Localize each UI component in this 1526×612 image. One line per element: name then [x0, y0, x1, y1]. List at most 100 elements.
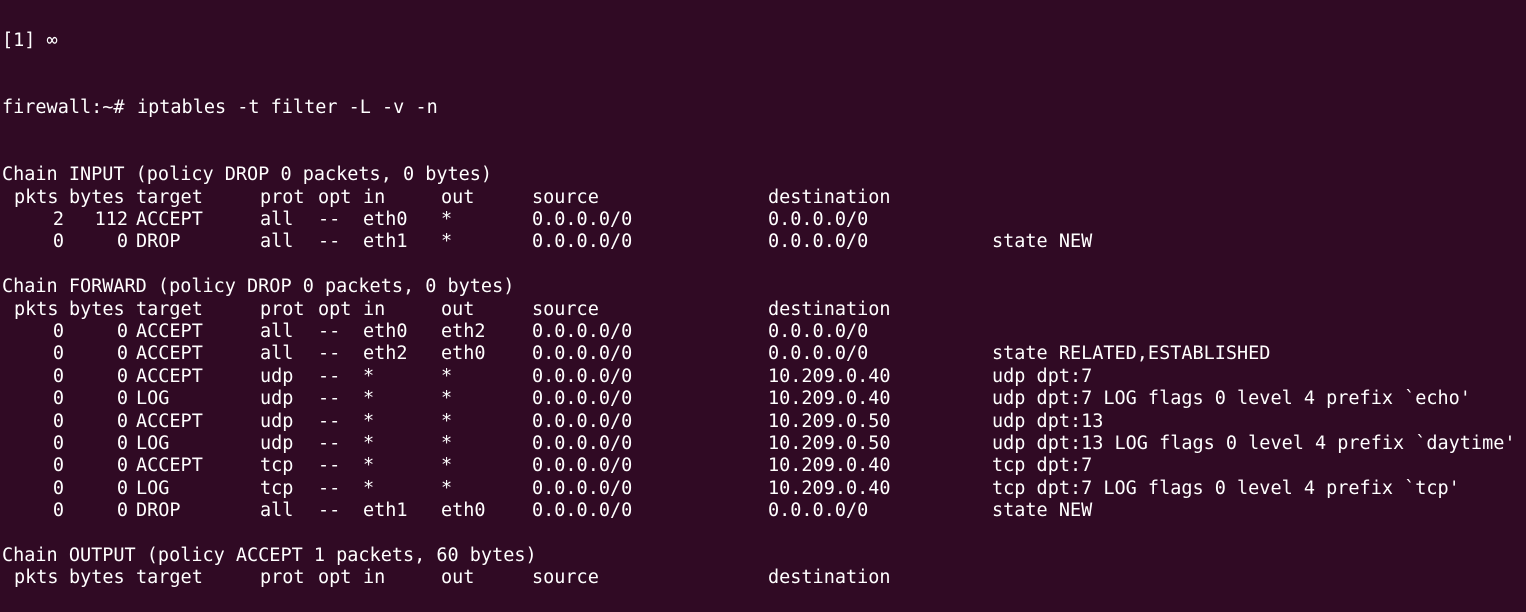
rule-row: 0 0 ACCEPT udp -- * * 0.0.0.0/0 10.209.0.50 udp d…: [2, 411, 1526, 433]
rule-extra: tcp dpt:7 LOG flags 0 level 4 prefix `tc…: [992, 477, 1460, 499]
rule-target: ACCEPT: [136, 365, 203, 387]
rule-target: ACCEPT: [136, 320, 203, 342]
rule-destination: 10.209.0.40: [768, 365, 891, 387]
column-header-opt: opt: [318, 298, 352, 320]
rule-opt: --: [318, 388, 341, 410]
command-text: iptables -t filter -L -v -n: [137, 97, 438, 119]
rule-prot: udp: [260, 432, 294, 454]
rule-row: 0 0 ACCEPT all -- eth0 eth2 0.0.0.0/0 0.0.0.0/0: [2, 321, 1526, 343]
rule-in: *: [363, 365, 375, 387]
rule-row: 0 0 LOG udp -- * * 0.0.0.0/0 10.209.0.40 udp dpt:…: [2, 388, 1526, 410]
terminal-window[interactable]: [1] ∞ firewall:~# iptables -t filter -L …: [2, 0, 1526, 612]
rule-row: 0 0 LOG tcp -- * * 0.0.0.0/0 10.209.0.40 tcp dpt:…: [2, 478, 1526, 500]
rule-target: LOG: [136, 388, 170, 410]
column-header-source: source: [532, 186, 599, 208]
rule-source: 0.0.0.0/0: [532, 477, 633, 499]
rule-out: *: [441, 410, 453, 432]
column-header-opt: opt: [318, 567, 352, 589]
rule-pkts: 0: [52, 455, 64, 477]
column-header-in: in: [363, 567, 386, 589]
rule-opt: --: [318, 432, 341, 454]
column-header-pkts: pkts: [14, 186, 59, 208]
rule-in: eth2: [363, 343, 408, 365]
column-header-bytes: bytes: [69, 567, 125, 589]
rule-target: ACCEPT: [136, 410, 203, 432]
column-header-pkts: pkts: [14, 298, 59, 320]
column-header-target: target: [136, 186, 203, 208]
chain-title-line: Chain INPUT (policy DROP 0 packets, 0 by…: [2, 164, 1526, 186]
rule-destination: 0.0.0.0/0: [768, 231, 869, 253]
rule-out: *: [441, 455, 453, 477]
rule-prot: udp: [260, 365, 294, 387]
chain-title-line: Chain FORWARD (policy DROP 0 packets, 0 …: [2, 276, 1526, 298]
rule-in: eth1: [363, 231, 408, 253]
rule-target: DROP: [136, 500, 181, 522]
rule-opt: --: [318, 231, 341, 253]
rule-source: 0.0.0.0/0: [532, 320, 633, 342]
rule-extra: udp dpt:13: [992, 410, 1104, 432]
rule-opt: --: [318, 455, 341, 477]
column-header-target: target: [136, 567, 203, 589]
column-header-source: source: [532, 567, 599, 589]
iptables-output: Chain INPUT (policy DROP 0 packets, 0 by…: [2, 164, 1526, 589]
column-header-out: out: [441, 298, 475, 320]
rule-opt: --: [318, 209, 341, 230]
rule-extra: state NEW: [992, 231, 1093, 253]
column-header-source: source: [532, 298, 599, 320]
rule-bytes: 0: [116, 365, 128, 387]
rule-target: DROP: [136, 231, 181, 253]
rule-row: 0 0 ACCEPT all -- eth2 eth0 0.0.0.0/0 0.0.0.0/0 s…: [2, 343, 1526, 365]
rule-extra: udp dpt:7: [992, 365, 1093, 387]
rule-source: 0.0.0.0/0: [532, 455, 633, 477]
rule-target: ACCEPT: [136, 455, 203, 477]
rule-out: *: [441, 209, 453, 230]
rule-extra: tcp dpt:7: [992, 455, 1093, 477]
rule-prot: all: [260, 320, 294, 342]
rule-destination: 10.209.0.40: [768, 477, 891, 499]
rule-in: *: [363, 410, 375, 432]
column-header-destination: destination: [768, 298, 891, 320]
rule-bytes: 0: [116, 432, 128, 454]
rule-prot: tcp: [260, 455, 294, 477]
column-header-prot: prot: [260, 298, 305, 320]
rule-prot: udp: [260, 410, 294, 432]
table-header: pkts bytes target prot opt in out source destina…: [2, 299, 1526, 321]
rule-out: eth2: [441, 320, 486, 342]
rule-target: ACCEPT: [136, 343, 203, 365]
rule-extra: state RELATED,ESTABLISHED: [992, 343, 1271, 365]
rule-bytes: 0: [116, 455, 128, 477]
rule-target: LOG: [136, 477, 170, 499]
column-header-in: in: [363, 186, 386, 208]
column-header-prot: prot: [260, 567, 305, 589]
rule-in: *: [363, 388, 375, 410]
rule-bytes: 0: [116, 320, 128, 342]
command-line: firewall:~# iptables -t filter -L -v -n: [2, 97, 1526, 119]
table-header: pkts bytes target prot opt in out source destina…: [2, 187, 1526, 209]
rule-prot: all: [260, 343, 294, 365]
column-header-target: target: [136, 298, 203, 320]
rule-pkts: 2: [52, 209, 64, 230]
terminal-line-fragment: [1] ∞: [2, 30, 1526, 52]
rule-pkts: 0: [52, 432, 64, 454]
rule-out: *: [441, 477, 453, 499]
rule-bytes: 0: [116, 343, 128, 365]
rule-bytes: 0: [116, 388, 128, 410]
column-header-bytes: bytes: [69, 298, 125, 320]
rule-prot: tcp: [260, 477, 294, 499]
rule-row: 0 0 ACCEPT udp -- * * 0.0.0.0/0 10.209.0.40 udp d…: [2, 366, 1526, 388]
column-header-in: in: [363, 298, 386, 320]
rule-out: eth0: [441, 343, 486, 365]
rule-source: 0.0.0.0/0: [532, 209, 633, 230]
rule-out: *: [441, 231, 453, 253]
rule-destination: 0.0.0.0/0: [768, 343, 869, 365]
rule-pkts: 0: [52, 320, 64, 342]
rule-out: eth0: [441, 500, 486, 522]
rule-source: 0.0.0.0/0: [532, 365, 633, 387]
rule-opt: --: [318, 320, 341, 342]
rule-in: *: [363, 477, 375, 499]
rule-row: 0 0 ACCEPT tcp -- * * 0.0.0.0/0 10.209.0.40 tcp d…: [2, 455, 1526, 477]
rule-target: ACCEPT: [136, 209, 203, 230]
rule-destination: 0.0.0.0/0: [768, 500, 869, 522]
